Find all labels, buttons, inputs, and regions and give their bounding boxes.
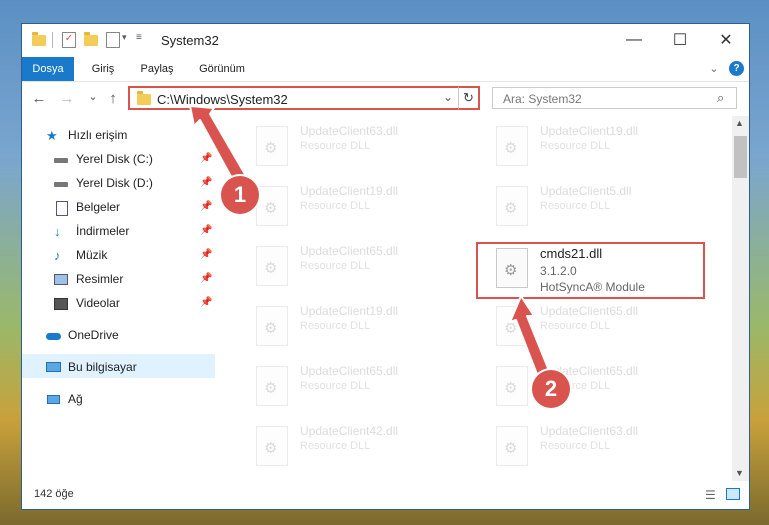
arrow-1: [189, 105, 247, 183]
annotation-arrows: [189, 105, 553, 383]
step-badge-2: 2: [532, 370, 570, 408]
step-badge-1: 1: [221, 176, 259, 214]
arrow-2: [509, 295, 553, 383]
